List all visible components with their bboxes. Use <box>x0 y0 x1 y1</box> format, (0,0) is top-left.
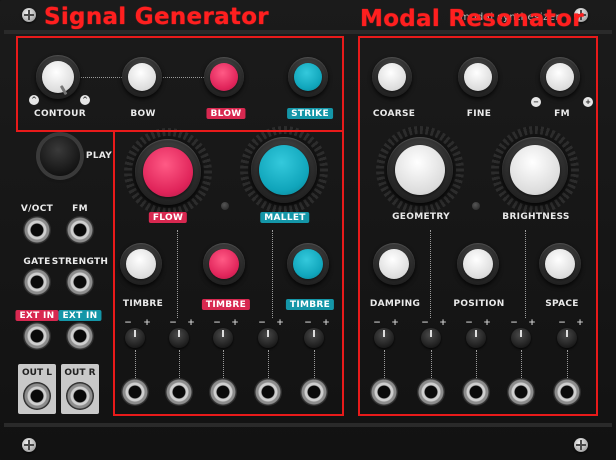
voct-label: V/OCT <box>20 204 54 214</box>
gate-jack[interactable] <box>23 268 51 296</box>
ext-in-tag-1: EXT IN <box>15 310 59 321</box>
screw-icon <box>22 438 36 452</box>
ext-in-tag-2: EXT IN <box>58 310 102 321</box>
out-r-jack[interactable] <box>66 382 94 410</box>
out-l-jack[interactable] <box>23 382 51 410</box>
modal-resonator-box <box>358 36 598 416</box>
gate-label: GATE <box>23 257 51 267</box>
screw-icon <box>574 438 588 452</box>
play-label: PLAY <box>85 151 113 161</box>
strength-label: STRENGTH <box>51 257 109 267</box>
signal-generator-title: Signal Generator <box>44 4 269 30</box>
strength-jack[interactable] <box>66 268 94 296</box>
signal-generator-box-top <box>16 36 344 132</box>
out-l-label: OUT L <box>22 368 52 378</box>
ext-in-jack-2[interactable] <box>66 322 94 350</box>
bottom-rail <box>4 423 612 427</box>
modal-resonator-title: Modal Resonator <box>360 6 584 32</box>
ext-in-jack-1[interactable] <box>23 322 51 350</box>
module-panel: modal synthesizer ^ ^ CONTOUR BOW BLOW S… <box>0 0 616 460</box>
voct-jack[interactable] <box>23 216 51 244</box>
out-r-label: OUT R <box>64 368 96 378</box>
signal-generator-box-bottom <box>113 130 344 416</box>
fm-input-label: FM <box>72 204 88 214</box>
screw-icon <box>22 8 36 22</box>
play-button[interactable] <box>40 136 80 176</box>
fm-input-jack[interactable] <box>66 216 94 244</box>
